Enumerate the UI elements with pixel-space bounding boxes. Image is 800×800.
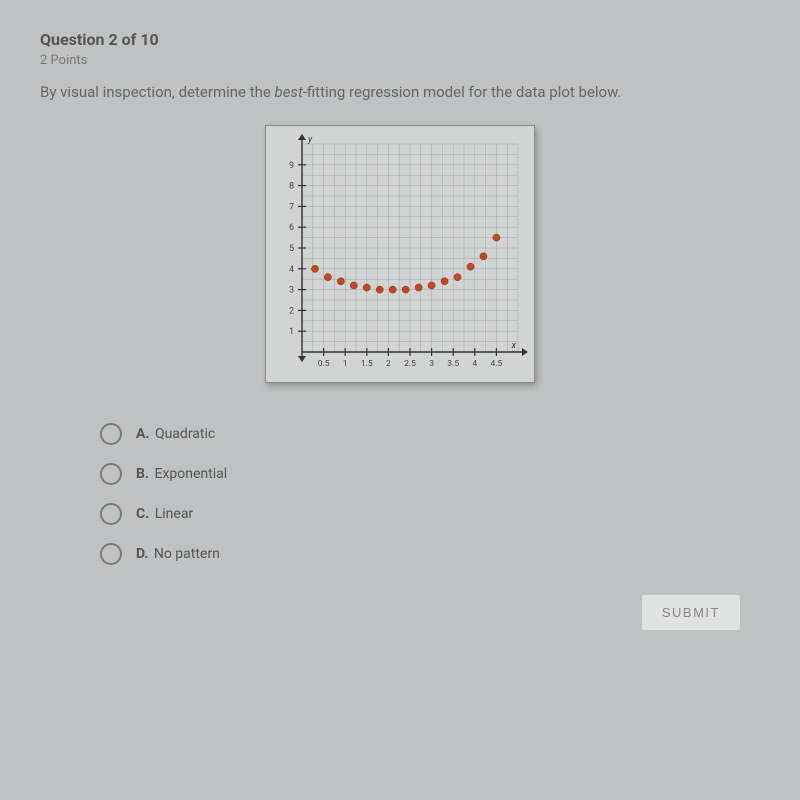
chart-container: 1 2 3 4 5 6 7 8 9 0.5 1 1.5 2 2.5 3 3.5 4 4.5 y x — [40, 125, 760, 383]
svg-text:3: 3 — [429, 359, 434, 369]
svg-text:4.5: 4.5 — [491, 359, 503, 369]
option-letter: C. — [136, 506, 149, 522]
svg-text:4: 4 — [472, 359, 477, 369]
submit-row: SUBMIT — [40, 595, 760, 630]
svg-text:2.5: 2.5 — [404, 359, 416, 369]
option-d[interactable]: D. No pattern — [100, 543, 760, 565]
submit-button[interactable]: SUBMIT — [642, 595, 740, 630]
svg-text:5: 5 — [289, 244, 294, 254]
svg-text:3.5: 3.5 — [447, 359, 459, 369]
scatter-chart: 1 2 3 4 5 6 7 8 9 0.5 1 1.5 2 2.5 3 3.5 4 4.5 y x — [268, 130, 528, 380]
option-letter: B. — [136, 466, 149, 482]
radio-icon[interactable] — [100, 463, 122, 485]
radio-icon[interactable] — [100, 423, 122, 445]
svg-text:1: 1 — [289, 327, 294, 337]
option-b[interactable]: B. Exponential — [100, 463, 760, 485]
option-letter: D. — [136, 546, 148, 562]
svg-text:7: 7 — [289, 202, 294, 212]
option-text: No pattern — [154, 546, 220, 562]
option-label: C. Linear — [136, 506, 193, 522]
svg-text:2: 2 — [289, 306, 294, 316]
svg-text:6: 6 — [289, 223, 294, 233]
option-label: D. No pattern — [136, 546, 220, 562]
option-label: A. Quadratic — [136, 426, 215, 442]
radio-icon[interactable] — [100, 503, 122, 525]
option-text: Linear — [155, 506, 193, 522]
radio-icon[interactable] — [100, 543, 122, 565]
prompt-text-before: By visual inspection, determine the — [40, 83, 275, 101]
options-list: A. Quadratic B. Exponential C. Linear D.… — [40, 423, 760, 565]
svg-text:2: 2 — [386, 359, 391, 369]
svg-text:4: 4 — [289, 265, 294, 275]
question-prompt: By visual inspection, determine the best… — [40, 82, 760, 103]
option-a[interactable]: A. Quadratic — [100, 423, 760, 445]
svg-text:1: 1 — [343, 359, 348, 369]
svg-text:y: y — [307, 135, 313, 145]
option-c[interactable]: C. Linear — [100, 503, 760, 525]
prompt-em: best — [275, 83, 303, 101]
svg-text:1.5: 1.5 — [361, 359, 373, 369]
option-letter: A. — [136, 426, 149, 442]
svg-text:9: 9 — [289, 161, 294, 171]
chart-wrap: 1 2 3 4 5 6 7 8 9 0.5 1 1.5 2 2.5 3 3.5 4 4.5 y x — [265, 125, 535, 383]
points-label: 2 Points — [40, 53, 760, 68]
option-text: Exponential — [154, 466, 227, 482]
svg-text:x: x — [511, 341, 517, 351]
option-label: B. Exponential — [136, 466, 227, 482]
question-title: Question 2 of 10 — [40, 30, 760, 49]
svg-text:8: 8 — [289, 182, 294, 192]
prompt-text-after: -fitting regression model for the data p… — [303, 83, 622, 101]
svg-text:0.5: 0.5 — [318, 359, 330, 369]
option-text: Quadratic — [155, 426, 215, 442]
svg-text:3: 3 — [289, 286, 294, 296]
